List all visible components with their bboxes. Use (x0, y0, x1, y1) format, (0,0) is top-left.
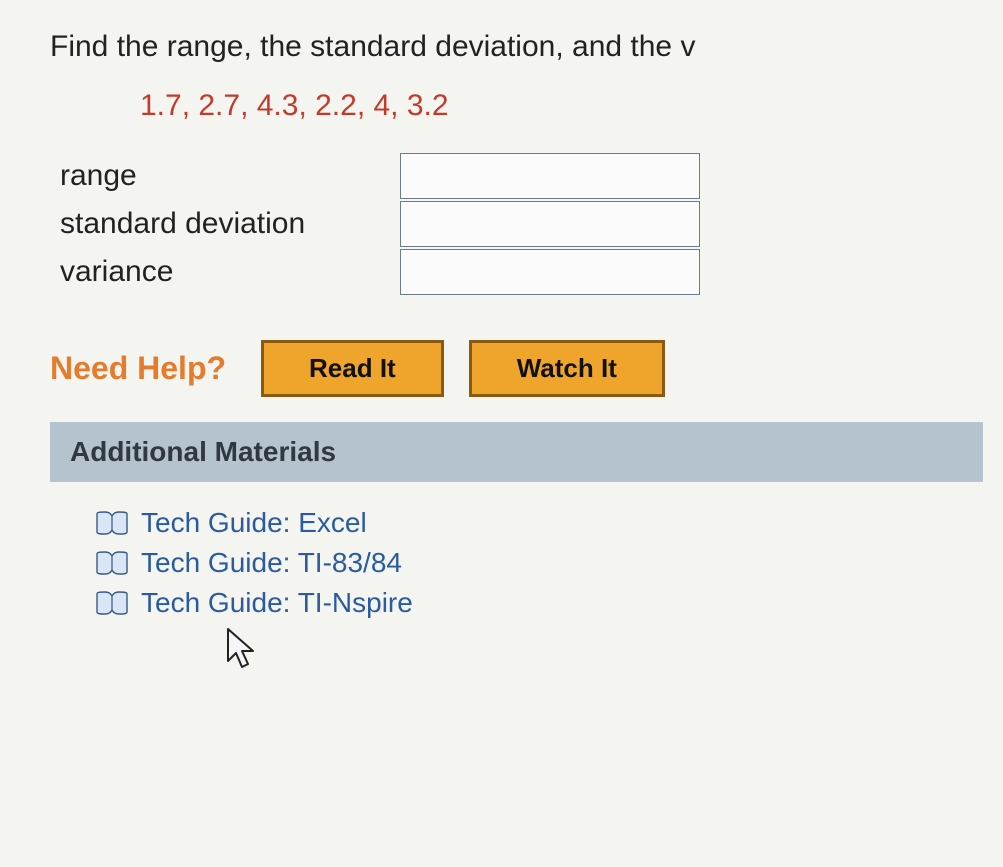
range-input[interactable] (400, 153, 700, 199)
stddev-input[interactable] (400, 201, 700, 247)
watch-it-button[interactable]: Watch It (469, 340, 665, 397)
material-item-tinspire[interactable]: Tech Guide: TI-Nspire (95, 587, 963, 619)
answer-block: range standard deviation variance (60, 153, 983, 295)
additional-materials-list: Tech Guide: Excel Tech Guide: TI-83/84 T… (50, 482, 983, 696)
range-label: range (60, 159, 400, 193)
question-data-values: 1.7, 2.7, 4.3, 2.2, 4, 3.2 (140, 89, 983, 123)
book-icon (95, 510, 129, 536)
material-item-ti8384[interactable]: Tech Guide: TI-83/84 (95, 547, 963, 579)
question-prompt: Find the range, the standard deviation, … (50, 30, 983, 64)
stddev-label: standard deviation (60, 207, 400, 241)
variance-label: variance (60, 255, 400, 289)
additional-materials-heading: Additional Materials (50, 422, 983, 482)
variance-input[interactable] (400, 249, 700, 295)
material-item-excel[interactable]: Tech Guide: Excel (95, 507, 963, 539)
question-panel: Find the range, the standard deviation, … (0, 0, 1003, 716)
cursor-icon (225, 627, 963, 676)
book-icon (95, 590, 129, 616)
need-help-heading: Need Help? (50, 350, 226, 387)
answer-row-stddev: standard deviation (60, 201, 983, 247)
material-link-label: Tech Guide: TI-83/84 (141, 547, 402, 579)
material-link-label: Tech Guide: Excel (141, 507, 367, 539)
material-link-label: Tech Guide: TI-Nspire (141, 587, 413, 619)
answer-row-range: range (60, 153, 983, 199)
read-it-button[interactable]: Read It (261, 340, 444, 397)
answer-row-variance: variance (60, 249, 983, 295)
help-row: Need Help? Read It Watch It (50, 340, 983, 397)
book-icon (95, 550, 129, 576)
